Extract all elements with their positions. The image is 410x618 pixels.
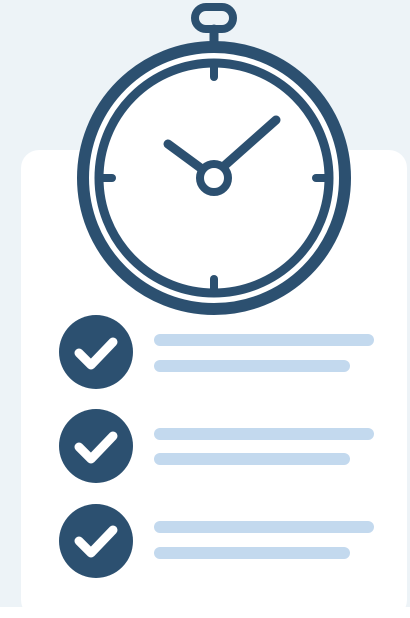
stopwatch-checklist-illustration bbox=[59, 3, 374, 578]
checklist-row bbox=[59, 315, 374, 389]
check-circle-icon bbox=[59, 504, 133, 578]
check-circle-icon bbox=[59, 409, 133, 483]
checklist-row bbox=[59, 504, 374, 578]
center-pin bbox=[196, 160, 232, 196]
checklist-row bbox=[59, 409, 374, 483]
check-circle-icon bbox=[59, 315, 133, 389]
stopwatch-icon bbox=[77, 3, 351, 315]
